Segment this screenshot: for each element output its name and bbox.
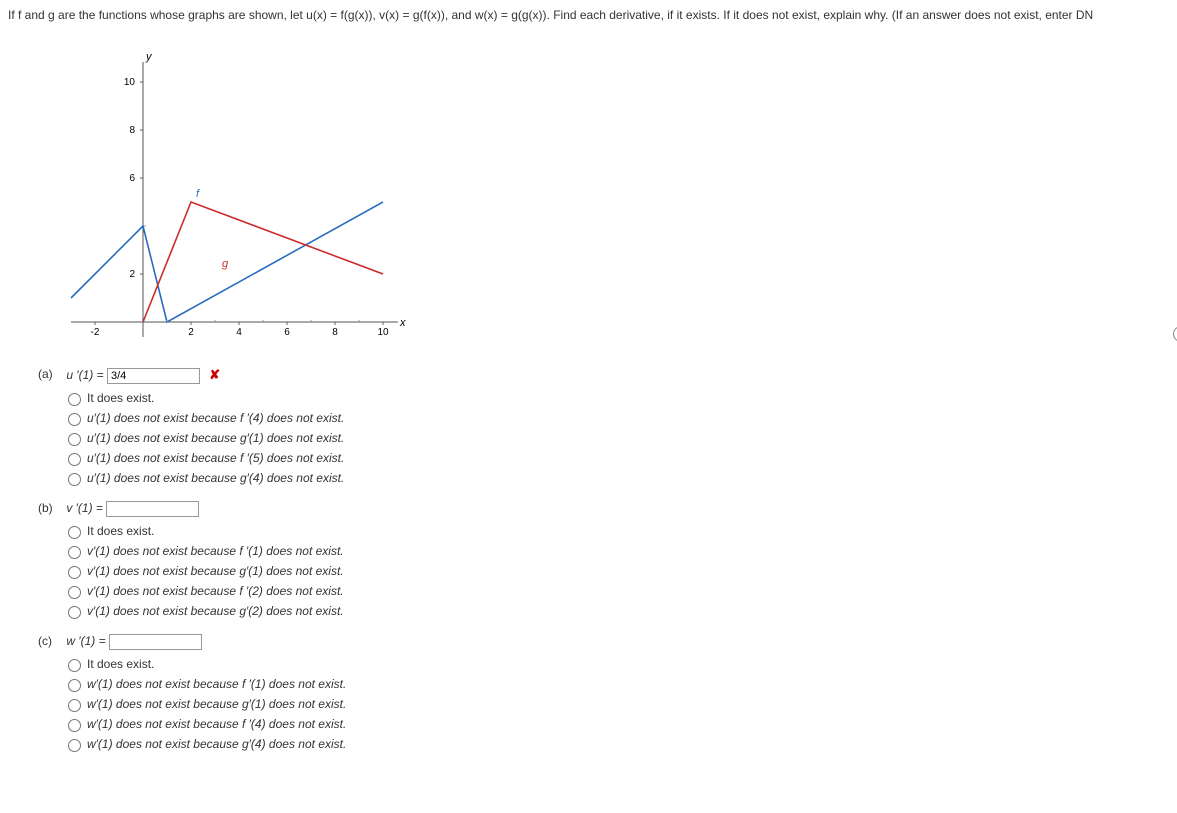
part-b-options: It does exist. v′(1) does not exist beca…	[63, 523, 1169, 619]
part-b-radio-1[interactable]	[68, 546, 81, 559]
part-c-radio-1[interactable]	[68, 679, 81, 692]
wrong-icon: ✘	[209, 367, 220, 382]
part-b-opt-2: v′(1) does not exist because g′(1) does …	[87, 564, 344, 578]
part-c-opt-0: It does exist.	[87, 657, 154, 671]
part-b-input[interactable]	[106, 501, 199, 517]
part-c-label: (c)	[38, 634, 63, 648]
part-b-radio-4[interactable]	[68, 606, 81, 619]
part-b-opt-3: v′(1) does not exist because f ′(2) does…	[87, 584, 344, 598]
part-b-radio-3[interactable]	[68, 586, 81, 599]
y-axis-label: y	[145, 51, 153, 63]
part-a-opt-4: u′(1) does not exist because g′(4) does …	[87, 471, 344, 485]
label-f: f	[196, 188, 200, 200]
ytick-10: 10	[124, 77, 136, 88]
part-a: (a) u ′(1) = ✘	[38, 367, 1169, 384]
part-a-radio-4[interactable]	[68, 473, 81, 486]
problem-statement: If f and g are the functions whose graph…	[8, 8, 1169, 22]
part-c-opt-2: w′(1) does not exist because g′(1) does …	[87, 697, 346, 711]
info-icon[interactable]: i	[1173, 326, 1177, 342]
part-a-opt-2: u′(1) does not exist because g′(1) does …	[87, 431, 344, 445]
x-axis-label: x	[399, 317, 406, 329]
chart-svg: -2 2 4 6 8 10 2 6 8 10 x y	[68, 32, 408, 352]
part-c-radio-4[interactable]	[68, 739, 81, 752]
part-b-opt-4: v′(1) does not exist because g′(2) does …	[87, 604, 344, 618]
ytick-2: 2	[129, 269, 135, 280]
part-a-lhs: u ′(1) =	[66, 368, 103, 382]
part-c-radio-2[interactable]	[68, 699, 81, 712]
part-b: (b) v ′(1) =	[38, 501, 1169, 517]
xtick-6: 6	[284, 327, 290, 338]
ytick-6: 6	[129, 173, 135, 184]
part-b-radio-0[interactable]	[68, 526, 81, 539]
part-a-input[interactable]	[107, 368, 200, 384]
label-g: g	[222, 258, 229, 270]
xtick-10: 10	[377, 327, 389, 338]
graph-container: -2 2 4 6 8 10 2 6 8 10 x y	[68, 32, 1169, 352]
part-a-opt-1: u′(1) does not exist because f ′(4) does…	[87, 411, 344, 425]
part-a-radio-0[interactable]	[68, 393, 81, 406]
part-c: (c) w ′(1) =	[38, 634, 1169, 650]
part-c-options: It does exist. w′(1) does not exist beca…	[63, 656, 1169, 752]
part-a-label: (a)	[38, 367, 63, 381]
part-c-opt-4: w′(1) does not exist because g′(4) does …	[87, 737, 346, 751]
part-c-lhs: w ′(1) =	[66, 634, 105, 648]
part-b-radio-2[interactable]	[68, 566, 81, 579]
part-a-options: It does exist. u′(1) does not exist beca…	[63, 390, 1169, 486]
part-c-opt-3: w′(1) does not exist because f ′(4) does…	[87, 717, 346, 731]
series-g	[143, 202, 383, 322]
part-c-opt-1: w′(1) does not exist because f ′(1) does…	[87, 677, 346, 691]
xtick-2: 2	[188, 327, 194, 338]
part-c-radio-0[interactable]	[68, 659, 81, 672]
part-b-lhs: v ′(1) =	[66, 501, 103, 515]
part-b-opt-0: It does exist.	[87, 524, 154, 538]
part-c-radio-3[interactable]	[68, 719, 81, 732]
part-c-input[interactable]	[109, 634, 202, 650]
part-a-opt-3: u′(1) does not exist because f ′(5) does…	[87, 451, 344, 465]
part-b-opt-1: v′(1) does not exist because f ′(1) does…	[87, 544, 344, 558]
ytick-8: 8	[129, 125, 135, 136]
part-a-radio-2[interactable]	[68, 433, 81, 446]
xtick-4: 4	[236, 327, 242, 338]
part-b-label: (b)	[38, 501, 63, 515]
part-a-opt-0: It does exist.	[87, 391, 154, 405]
xtick-neg2: -2	[91, 327, 100, 338]
xtick-8: 8	[332, 327, 338, 338]
part-a-radio-3[interactable]	[68, 453, 81, 466]
part-a-radio-1[interactable]	[68, 413, 81, 426]
